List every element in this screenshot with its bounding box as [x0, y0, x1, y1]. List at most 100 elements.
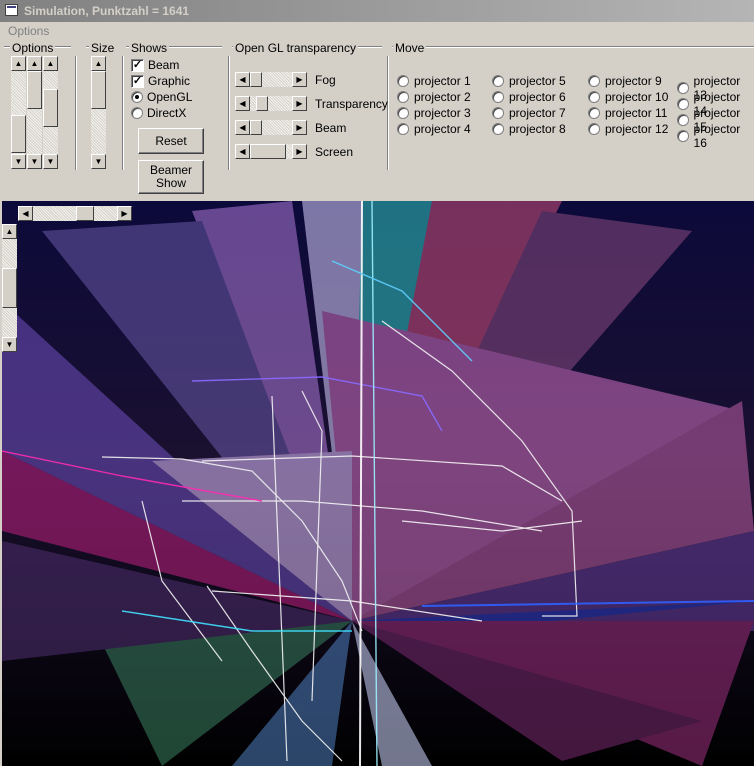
scroll-thumb[interactable] [2, 268, 17, 308]
radio-icon[interactable] [492, 123, 504, 135]
slider-thumb[interactable] [256, 96, 268, 111]
screen-slider[interactable]: ◀ ▶ [235, 144, 307, 159]
arrow-up-icon[interactable]: ▲ [27, 56, 42, 71]
size-scrollbar[interactable]: ▲ ▼ [91, 56, 106, 169]
directx-radio[interactable]: DirectX [131, 106, 186, 120]
projector-radio-9[interactable]: projector 9 [588, 74, 662, 88]
fog-slider[interactable]: ◀ ▶ [235, 72, 307, 87]
directx-radio-label: DirectX [147, 106, 187, 120]
slider-thumb[interactable] [250, 144, 286, 159]
arrow-left-icon[interactable]: ◀ [235, 144, 250, 159]
checkmark-icon[interactable]: ✓ [131, 58, 144, 72]
radio-icon[interactable] [677, 130, 689, 142]
title-bar: Simulation, Punktzahl = 1641 [0, 0, 754, 22]
projector-radio-3[interactable]: projector 3 [397, 106, 471, 120]
radio-icon[interactable] [492, 107, 504, 119]
beam-slider[interactable]: ◀ ▶ [235, 120, 307, 135]
projector-label: projector 7 [509, 106, 566, 120]
beam-checkbox[interactable]: ✓ Beam [131, 58, 179, 72]
projector-radio-11[interactable]: projector 11 [588, 106, 667, 120]
options-scrollbar-1[interactable]: ▲ ▼ [11, 56, 26, 169]
separator [75, 56, 77, 170]
graphic-checkbox[interactable]: ✓ Graphic [131, 74, 190, 88]
opengl-radio-label: OpenGL [147, 90, 193, 104]
radio-icon[interactable] [492, 91, 504, 103]
viewport-vscroll[interactable]: ▲ ▼ [2, 224, 17, 352]
radio-icon[interactable] [131, 107, 143, 119]
scroll-thumb[interactable] [43, 89, 58, 127]
arrow-right-icon[interactable]: ▶ [292, 72, 307, 87]
separator [228, 56, 230, 170]
projector-label: projector 6 [509, 90, 566, 104]
transparency-slider[interactable]: ◀ ▶ [235, 96, 307, 111]
opengl-radio[interactable]: OpenGL [131, 90, 192, 104]
move-frame-line [392, 46, 754, 48]
arrow-left-icon[interactable]: ◀ [235, 72, 250, 87]
beam-label: Beam [315, 121, 347, 135]
app-icon[interactable] [5, 4, 18, 16]
arrow-up-icon[interactable]: ▲ [2, 224, 17, 239]
opengl-viewport[interactable]: ◀ ▶ ▲ ▼ [2, 201, 754, 766]
reset-button-label: Reset [155, 133, 187, 148]
options-scrollbar-2[interactable]: ▲ ▼ [27, 56, 42, 169]
radio-icon[interactable] [492, 75, 504, 87]
projector-label: projector 12 [605, 122, 669, 136]
arrow-right-icon[interactable]: ▶ [292, 144, 307, 159]
arrow-right-icon[interactable]: ▶ [292, 96, 307, 111]
options-scrollbar-3[interactable]: ▲ ▼ [43, 56, 58, 169]
arrow-down-icon[interactable]: ▼ [11, 154, 26, 169]
screen-label: Screen [315, 145, 354, 159]
radio-icon[interactable] [397, 107, 409, 119]
slider-thumb[interactable] [250, 120, 262, 135]
slider-thumb[interactable] [250, 72, 262, 87]
radio-icon[interactable] [588, 107, 600, 119]
projector-radio-4[interactable]: projector 4 [397, 122, 471, 136]
checkmark-icon[interactable]: ✓ [131, 74, 144, 88]
opengl-group-label: Open GL transparency [233, 41, 358, 55]
projector-radio-7[interactable]: projector 7 [492, 106, 566, 120]
projector-radio-8[interactable]: projector 8 [492, 122, 566, 136]
projector-label: projector 3 [414, 106, 471, 120]
radio-icon[interactable] [588, 91, 600, 103]
projector-label: projector 4 [414, 122, 471, 136]
arrow-left-icon[interactable]: ◀ [235, 120, 250, 135]
radio-icon[interactable] [397, 91, 409, 103]
arrow-down-icon[interactable]: ▼ [2, 337, 17, 352]
projector-label: projector 16 [693, 122, 741, 150]
beamer-show-label-2: Show [155, 176, 187, 190]
projector-label: projector 11 [605, 106, 668, 120]
radio-icon[interactable] [397, 75, 409, 87]
arrow-up-icon[interactable]: ▲ [43, 56, 58, 71]
viewport-hscroll[interactable]: ◀ ▶ [18, 206, 132, 221]
projector-radio-6[interactable]: projector 6 [492, 90, 566, 104]
projector-label: projector 1 [414, 74, 471, 88]
projector-radio-12[interactable]: projector 12 [588, 122, 668, 136]
projector-radio-2[interactable]: projector 2 [397, 90, 471, 104]
arrow-up-icon[interactable]: ▲ [11, 56, 26, 71]
projector-radio-16[interactable]: projector 16 [677, 122, 754, 150]
projector-label: projector 5 [509, 74, 566, 88]
scroll-thumb[interactable] [27, 71, 42, 109]
projector-radio-10[interactable]: projector 10 [588, 90, 668, 104]
arrow-left-icon[interactable]: ◀ [235, 96, 250, 111]
projector-radio-1[interactable]: projector 1 [397, 74, 471, 88]
scroll-thumb[interactable] [76, 206, 94, 221]
scroll-thumb[interactable] [11, 115, 26, 153]
arrow-down-icon[interactable]: ▼ [91, 154, 106, 169]
radio-icon[interactable] [397, 123, 409, 135]
radio-selected-icon[interactable] [131, 91, 143, 103]
arrow-left-icon[interactable]: ◀ [18, 206, 33, 221]
radio-icon[interactable] [588, 123, 600, 135]
arrow-right-icon[interactable]: ▶ [117, 206, 132, 221]
projector-radio-5[interactable]: projector 5 [492, 74, 566, 88]
arrow-down-icon[interactable]: ▼ [27, 154, 42, 169]
beamer-show-button[interactable]: Beamer Show [138, 160, 204, 194]
window-title: Simulation, Punktzahl = 1641 [24, 4, 190, 18]
arrow-right-icon[interactable]: ▶ [292, 120, 307, 135]
scroll-thumb[interactable] [91, 71, 106, 109]
radio-icon[interactable] [588, 75, 600, 87]
arrow-down-icon[interactable]: ▼ [43, 154, 58, 169]
menu-options[interactable]: Options [8, 24, 49, 38]
reset-button[interactable]: Reset [138, 128, 204, 154]
arrow-up-icon[interactable]: ▲ [91, 56, 106, 71]
